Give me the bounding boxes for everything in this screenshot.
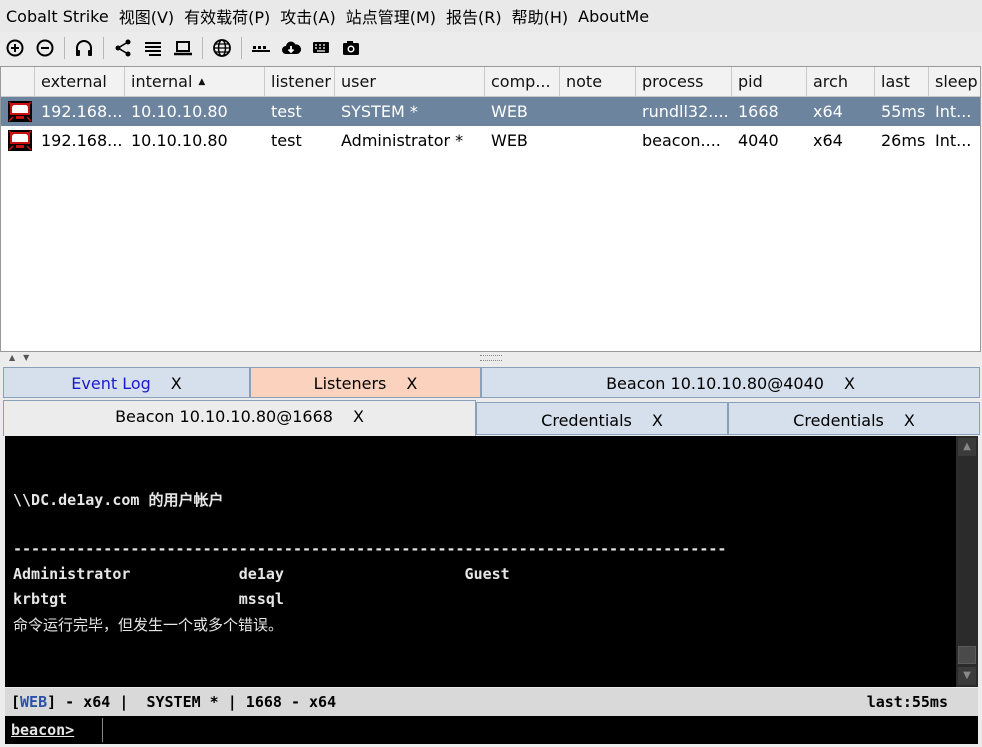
tab-close-button[interactable]: X bbox=[353, 407, 364, 426]
toolbar-separator bbox=[241, 37, 242, 59]
scroll-up-icon[interactable]: ▲ bbox=[958, 438, 976, 456]
cell-computer: WEB bbox=[491, 131, 528, 150]
camera-icon[interactable] bbox=[341, 38, 361, 58]
beacon-session-icon bbox=[8, 130, 32, 151]
tab-close-button[interactable]: X bbox=[406, 374, 417, 393]
plus-circle-icon[interactable] bbox=[5, 38, 25, 58]
command-input[interactable] bbox=[107, 718, 971, 744]
beacon-console[interactable]: \\DC.de1ay.com 的用户帐户 -------------------… bbox=[5, 436, 978, 687]
split-pane-divider[interactable]: ▲▼ bbox=[0, 352, 982, 366]
console-line: \\DC.de1ay.com 的用户帐户 bbox=[13, 491, 224, 509]
tab-credentials[interactable]: Credentials X bbox=[728, 402, 980, 435]
console-line: ----------------------------------------… bbox=[13, 540, 727, 558]
cell-internal: 10.10.10.80 bbox=[131, 102, 228, 121]
column-header-pid[interactable]: pid bbox=[732, 67, 807, 96]
menu-about-me[interactable]: AboutMe bbox=[573, 7, 654, 26]
cell-arch: x64 bbox=[813, 102, 843, 121]
menu-cobalt-strike[interactable]: Cobalt Strike bbox=[0, 7, 114, 26]
tab-close-button[interactable]: X bbox=[652, 411, 663, 430]
cell-process: rundll32.... bbox=[642, 102, 729, 121]
keyboard-icon[interactable] bbox=[311, 38, 331, 58]
console-line: Administrator de1ay Guest bbox=[13, 565, 510, 583]
status-info: [WEB] - x64 | SYSTEM * | 1668 - x64 bbox=[11, 693, 337, 711]
console-line: krbtgt mssql bbox=[13, 590, 284, 608]
column-header-last[interactable]: last bbox=[875, 67, 929, 96]
status-last-checkin: last:55ms bbox=[866, 693, 948, 711]
keys-icon[interactable] bbox=[251, 38, 271, 58]
cell-process: beacon.... bbox=[642, 131, 721, 150]
cell-last: 26ms bbox=[881, 131, 926, 150]
tab-close-button[interactable]: X bbox=[844, 374, 855, 393]
cell-arch: x64 bbox=[813, 131, 843, 150]
cell-note bbox=[560, 126, 636, 155]
prompt-separator bbox=[102, 718, 103, 742]
scrollbar-thumb[interactable] bbox=[958, 646, 976, 664]
table-header: external internal ▲ listener user comp...… bbox=[1, 67, 980, 97]
tab-close-button[interactable]: X bbox=[904, 411, 915, 430]
cloud-download-icon[interactable] bbox=[281, 38, 301, 58]
cell-external: 192.168... bbox=[41, 131, 123, 150]
column-header-internal[interactable]: internal ▲ bbox=[125, 67, 265, 96]
share-icon[interactable] bbox=[113, 38, 133, 58]
command-prompt: beacon> bbox=[5, 716, 978, 744]
menu-attack[interactable]: 攻击(A) bbox=[275, 4, 340, 28]
cell-computer: WEB bbox=[491, 102, 528, 121]
column-header-process[interactable]: process bbox=[636, 67, 732, 96]
tab-credentials[interactable]: Credentials X bbox=[476, 402, 728, 435]
toolbar-separator bbox=[202, 37, 203, 59]
cell-pid: 4040 bbox=[738, 131, 779, 150]
tab-beacon-1668[interactable]: Beacon 10.10.10.80@1668 X bbox=[3, 400, 476, 436]
column-header-note[interactable]: note bbox=[560, 67, 636, 96]
table-row[interactable]: 192.168... 10.10.10.80 test SYSTEM * WEB… bbox=[1, 97, 980, 126]
column-header-listener[interactable]: listener bbox=[265, 67, 335, 96]
scroll-down-icon[interactable]: ▼ bbox=[958, 667, 976, 685]
toolbar-separator bbox=[103, 37, 104, 59]
cell-sleep: Int... bbox=[935, 131, 972, 150]
prompt-label: beacon> bbox=[11, 721, 75, 739]
drag-grip-icon[interactable] bbox=[480, 355, 502, 361]
list-icon[interactable] bbox=[143, 38, 163, 58]
sessions-table: external internal ▲ listener user comp...… bbox=[0, 66, 981, 352]
cell-listener: test bbox=[271, 102, 302, 121]
status-computer-tag: WEB bbox=[20, 693, 48, 711]
console-line: 命令运行完毕，但发生一个或多个错误。 bbox=[13, 616, 284, 634]
cell-sleep: Int... bbox=[935, 102, 972, 121]
column-header-computer[interactable]: comp... bbox=[485, 67, 560, 96]
column-header-icon[interactable] bbox=[1, 67, 35, 96]
tab-close-button[interactable]: X bbox=[171, 374, 182, 393]
tab-listeners[interactable]: Listeners X bbox=[250, 367, 481, 398]
menu-view[interactable]: 视图(V) bbox=[114, 4, 179, 28]
minus-circle-icon[interactable] bbox=[35, 38, 55, 58]
column-header-sleep[interactable]: sleep bbox=[929, 67, 980, 96]
tab-beacon-4040[interactable]: Beacon 10.10.10.80@4040 X bbox=[481, 367, 980, 398]
globe-icon[interactable] bbox=[212, 38, 232, 58]
cell-note bbox=[560, 97, 636, 126]
column-header-arch[interactable]: arch bbox=[807, 67, 875, 96]
cell-last: 55ms bbox=[881, 102, 926, 121]
beacon-session-icon bbox=[8, 101, 32, 122]
column-header-user[interactable]: user bbox=[335, 67, 485, 96]
menu-reporting[interactable]: 报告(R) bbox=[441, 4, 507, 28]
cell-listener: test bbox=[271, 131, 302, 150]
cell-pid: 1668 bbox=[738, 102, 779, 121]
collapse-arrows-icon[interactable]: ▲▼ bbox=[9, 353, 37, 362]
toolbar-separator bbox=[64, 37, 65, 59]
menu-site-management[interactable]: 站点管理(M) bbox=[341, 4, 441, 28]
tab-event-log[interactable]: Event Log X bbox=[3, 367, 250, 398]
cell-external: 192.168... bbox=[41, 102, 123, 121]
column-header-external[interactable]: external bbox=[35, 67, 125, 96]
cell-user: Administrator * bbox=[341, 131, 464, 150]
headphones-icon[interactable] bbox=[74, 38, 94, 58]
cell-user: SYSTEM * bbox=[341, 102, 418, 121]
cell-internal: 10.10.10.80 bbox=[131, 131, 228, 150]
sort-ascending-icon: ▲ bbox=[198, 77, 206, 87]
laptop-icon[interactable] bbox=[173, 38, 193, 58]
beacon-status-bar: [WEB] - x64 | SYSTEM * | 1668 - x64 last… bbox=[5, 688, 978, 716]
menu-bar: Cobalt Strike 视图(V) 有效载荷(P) 攻击(A) 站点管理(M… bbox=[0, 0, 982, 32]
toolbar bbox=[0, 33, 982, 63]
menu-help[interactable]: 帮助(H) bbox=[507, 4, 574, 28]
menu-payload[interactable]: 有效载荷(P) bbox=[179, 4, 275, 28]
console-scrollbar[interactable]: ▲ ▼ bbox=[956, 436, 978, 687]
table-row[interactable]: 192.168... 10.10.10.80 test Administrato… bbox=[1, 126, 980, 155]
